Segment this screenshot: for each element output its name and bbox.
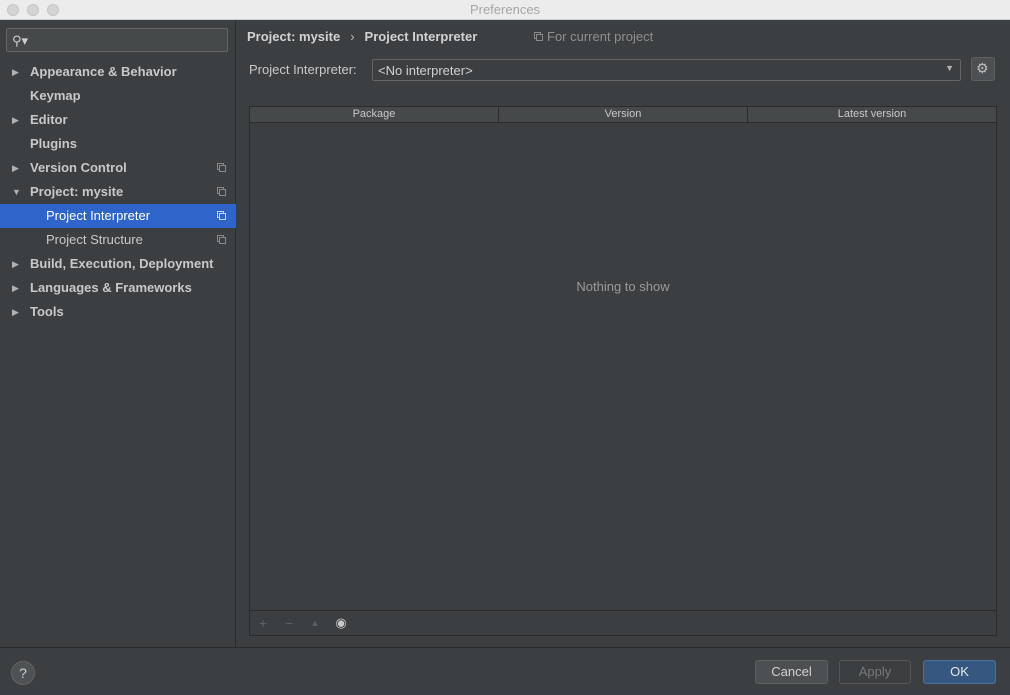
remove-package-icon[interactable]: − xyxy=(280,614,298,632)
window-title: Preferences xyxy=(469,2,541,17)
sidebar-item-label: Version Control xyxy=(30,160,127,175)
sidebar-item-label: Plugins xyxy=(30,136,77,151)
collapse-arrow-icon[interactable]: ▼ xyxy=(12,180,21,204)
empty-state-text: Nothing to show xyxy=(576,279,670,294)
search-icon[interactable]: ⚲▾ xyxy=(12,33,28,49)
apply-button[interactable]: Apply xyxy=(839,660,911,684)
interpreter-select-value: <No interpreter> xyxy=(378,63,473,78)
expand-arrow-icon[interactable]: ▶ xyxy=(12,60,19,84)
expand-arrow-icon[interactable]: ▶ xyxy=(12,252,19,276)
sidebar-item-label: Languages & Frameworks xyxy=(30,280,192,295)
cancel-button[interactable]: Cancel xyxy=(755,660,828,684)
project-scope-icon xyxy=(217,211,226,221)
sidebar-item-project-mysite[interactable]: ▼ Project: mysite xyxy=(0,180,236,204)
sidebar-item-plugins[interactable]: Plugins xyxy=(0,132,236,156)
sidebar-item-build-execution-deployment[interactable]: ▶ Build, Execution, Deployment xyxy=(0,252,236,276)
sidebar-item-label: Appearance & Behavior xyxy=(30,64,177,79)
sidebar-item-keymap[interactable]: Keymap xyxy=(0,84,236,108)
sidebar-item-languages-frameworks[interactable]: ▶ Languages & Frameworks xyxy=(0,276,236,300)
column-header-latest-version[interactable]: Latest version xyxy=(748,107,996,123)
help-button[interactable]: ? xyxy=(11,661,35,685)
column-header-package[interactable]: Package xyxy=(250,107,499,123)
sidebar-item-label: Build, Execution, Deployment xyxy=(30,256,214,271)
packages-table: Package Version Latest version Nothing t… xyxy=(249,106,997,636)
sidebar-item-tools[interactable]: ▶ Tools xyxy=(0,300,236,324)
dialog-button-bar: ? Cancel Apply OK xyxy=(0,647,1010,695)
upgrade-package-icon[interactable]: ▲ xyxy=(306,614,324,632)
breadcrumb-separator-icon: › xyxy=(350,29,355,44)
add-package-icon[interactable]: + xyxy=(254,614,272,632)
sidebar-item-editor[interactable]: ▶ Editor xyxy=(0,108,236,132)
interpreter-settings-button[interactable]: ⚙ xyxy=(971,57,995,81)
sidebar-item-label: Tools xyxy=(30,304,64,319)
breadcrumb-parent[interactable]: Project: mysite xyxy=(247,29,340,44)
sidebar-item-project-interpreter[interactable]: Project Interpreter xyxy=(0,204,236,228)
scope-note-text: For current project xyxy=(547,29,654,44)
breadcrumb-current: Project Interpreter xyxy=(364,29,478,44)
chevron-down-icon: ▼ xyxy=(945,63,954,73)
sidebar-item-version-control[interactable]: ▶ Version Control xyxy=(0,156,236,180)
table-header: Package Version Latest version xyxy=(250,107,996,123)
project-scope-icon xyxy=(217,235,226,245)
expand-arrow-icon[interactable]: ▶ xyxy=(12,276,19,300)
show-early-releases-icon[interactable]: ◉ xyxy=(332,614,350,632)
sidebar-item-label: Editor xyxy=(30,112,68,127)
scope-note: For current project xyxy=(534,29,653,44)
settings-sidebar: ⚲▾ ▶ Appearance & Behavior Keymap ▶ Edit… xyxy=(0,20,236,647)
sidebar-item-project-structure[interactable]: Project Structure xyxy=(0,228,236,252)
expand-arrow-icon[interactable]: ▶ xyxy=(12,108,19,132)
project-scope-icon xyxy=(217,163,226,173)
table-toolbar: + − ▲ ◉ xyxy=(250,610,996,635)
search-input[interactable]: ⚲▾ xyxy=(6,28,228,52)
sidebar-item-appearance-behavior[interactable]: ▶ Appearance & Behavior xyxy=(0,60,236,84)
breadcrumb: Project: mysite › Project Interpreter xyxy=(247,29,477,45)
sidebar-item-label: Project Interpreter xyxy=(46,208,151,223)
title-bar: Preferences xyxy=(0,0,1010,20)
column-header-version[interactable]: Version xyxy=(499,107,748,123)
project-scope-icon xyxy=(217,187,226,197)
sidebar-item-label: Project Structure xyxy=(46,232,143,247)
settings-main-panel: Project: mysite › Project Interpreter For … xyxy=(237,20,1010,647)
sidebar-item-label: Project: mysite xyxy=(30,184,124,199)
settings-tree: ▶ Appearance & Behavior Keymap ▶ Editor … xyxy=(0,60,236,324)
expand-arrow-icon[interactable]: ▶ xyxy=(12,300,19,324)
gear-icon: ⚙ xyxy=(976,60,989,76)
interpreter-label: Project Interpreter: xyxy=(249,62,357,77)
ok-button[interactable]: OK xyxy=(923,660,996,684)
expand-arrow-icon[interactable]: ▶ xyxy=(12,156,19,180)
interpreter-select[interactable]: <No interpreter> ▼ xyxy=(372,59,961,81)
project-scope-icon xyxy=(534,32,543,42)
sidebar-item-label: Keymap xyxy=(30,88,81,103)
